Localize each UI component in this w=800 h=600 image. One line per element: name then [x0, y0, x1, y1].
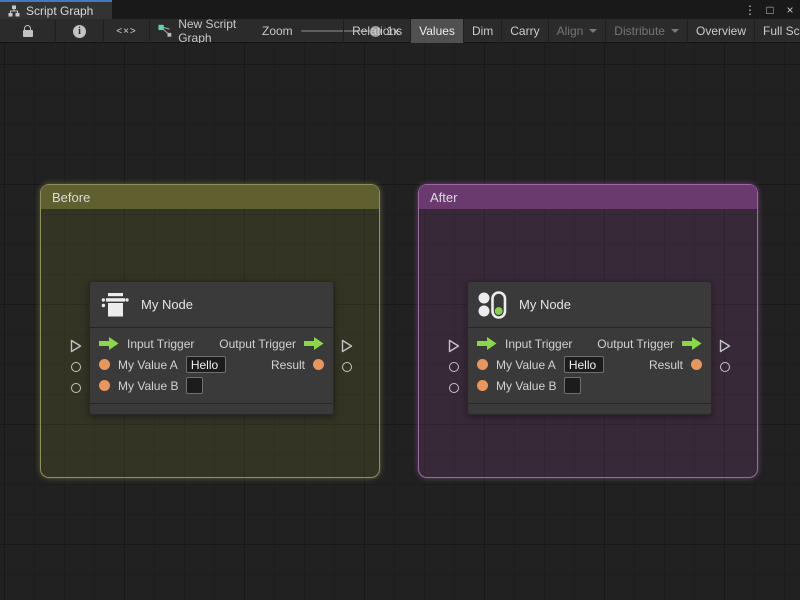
group-title: Before	[52, 189, 91, 205]
graph-toolbar: i <×> New Script Graph Zoom 1x Relations…	[0, 17, 800, 45]
chevron-down-icon	[670, 29, 679, 33]
graph-node-icon	[158, 24, 172, 37]
toolbar-button-align[interactable]: Align	[547, 19, 606, 43]
value-port-icon[interactable]	[99, 359, 110, 370]
node-my-node-after[interactable]: My Node Input Trigger Output Trigger My …	[448, 281, 731, 415]
port-row-value-a: My Value A Result	[90, 354, 333, 375]
node-my-node-before[interactable]: My Node Input Trigger Output Trigger My …	[70, 281, 353, 415]
value-port-icon[interactable]	[313, 359, 324, 370]
info-button[interactable]: i	[56, 19, 104, 43]
toolbar-button-dim[interactable]: Dim	[462, 19, 501, 43]
value-port-icon[interactable]	[691, 359, 702, 370]
string-input-value-b[interactable]	[564, 377, 582, 394]
chevron-down-icon	[589, 29, 598, 33]
new-script-graph-label: New Script Graph	[178, 17, 237, 45]
group-after[interactable]: After My Node Input Trigger Output Trigg…	[418, 184, 758, 478]
group-after-header[interactable]: After	[419, 185, 757, 209]
port-row-trigger: Input Trigger Output Trigger	[468, 333, 711, 354]
code-angle-x-icon: <×>	[116, 25, 137, 37]
node-footer	[90, 403, 333, 414]
trigger-in-arrow-icon[interactable]	[477, 337, 497, 350]
maximize-icon[interactable]: □	[762, 3, 778, 17]
tab-bar: Script Graph ⋮ □ ×	[0, 0, 800, 19]
group-before[interactable]: Before My Node Input Trigger Output Trig…	[40, 184, 380, 478]
kebab-menu-icon[interactable]: ⋮	[742, 3, 758, 17]
external-value-port-left[interactable]	[71, 362, 81, 372]
tab-title: Script Graph	[26, 3, 94, 18]
string-input-value-b[interactable]	[186, 377, 204, 394]
external-trigger-port-left[interactable]	[70, 339, 82, 353]
node-ports: Input Trigger Output Trigger My Value A …	[468, 328, 711, 396]
group-before-header[interactable]: Before	[41, 185, 379, 209]
node-header[interactable]: My Node	[90, 282, 333, 328]
toolbar-button-carry[interactable]: Carry	[501, 19, 547, 43]
external-value-port-right[interactable]	[342, 362, 352, 372]
node-header[interactable]: My Node	[468, 282, 711, 328]
external-value-port-left[interactable]	[71, 383, 81, 393]
string-input-value-a[interactable]	[185, 356, 226, 373]
window-controls: ⋮ □ ×	[742, 0, 798, 19]
port-row-value-b: My Value B	[468, 375, 711, 396]
tab-script-graph[interactable]: Script Graph	[0, 0, 112, 19]
toolbar-button-full-screen[interactable]: Full Scr	[754, 19, 800, 43]
value-port-icon[interactable]	[477, 380, 488, 391]
lock-button[interactable]	[0, 19, 56, 43]
new-script-graph-button[interactable]: New Script Graph	[150, 17, 268, 45]
external-trigger-port-right[interactable]	[719, 339, 731, 353]
toolbar-button-relations[interactable]: Relations	[343, 19, 410, 43]
group-title: After	[430, 189, 458, 205]
node-ports: Input Trigger Output Trigger My Value A …	[90, 328, 333, 396]
external-trigger-port-left[interactable]	[448, 339, 460, 353]
code-preview-button[interactable]: <×>	[104, 19, 150, 43]
value-port-icon[interactable]	[99, 380, 110, 391]
node-footer	[468, 403, 711, 414]
string-input-value-a[interactable]	[563, 356, 604, 373]
node-title: My Node	[141, 297, 194, 312]
toolbar-toggles: Relations Values Dim Carry Align Distrib…	[343, 19, 800, 43]
script-graph-window: Script Graph ⋮ □ × i <×> New Script Grap…	[0, 0, 800, 600]
external-value-port-left[interactable]	[449, 383, 459, 393]
trigger-out-arrow-icon[interactable]	[304, 337, 324, 350]
external-trigger-port-right[interactable]	[341, 339, 353, 353]
trigger-in-arrow-icon[interactable]	[99, 337, 119, 350]
trigger-out-arrow-icon[interactable]	[682, 337, 702, 350]
legacy-machine-icon	[101, 292, 129, 316]
zoom-label: Zoom	[262, 24, 293, 38]
external-value-port-right[interactable]	[720, 362, 730, 372]
padlock-icon	[22, 25, 33, 37]
external-value-port-left[interactable]	[449, 362, 459, 372]
value-port-icon[interactable]	[477, 359, 488, 370]
port-row-trigger: Input Trigger Output Trigger	[90, 333, 333, 354]
graph-hierarchy-icon	[8, 5, 20, 16]
graph-canvas[interactable]: Before My Node Input Trigger Output Trig…	[0, 43, 800, 600]
port-row-value-a: My Value A Result	[468, 354, 711, 375]
close-icon[interactable]: ×	[782, 3, 798, 17]
node-title: My Node	[519, 297, 572, 312]
port-row-value-b: My Value B	[90, 375, 333, 396]
toolbar-button-overview[interactable]: Overview	[686, 19, 754, 43]
flow-toggle-icon	[478, 290, 507, 319]
info-circle-icon: i	[73, 24, 86, 38]
toolbar-button-distribute[interactable]: Distribute	[605, 19, 687, 43]
toolbar-button-values[interactable]: Values	[410, 19, 463, 43]
